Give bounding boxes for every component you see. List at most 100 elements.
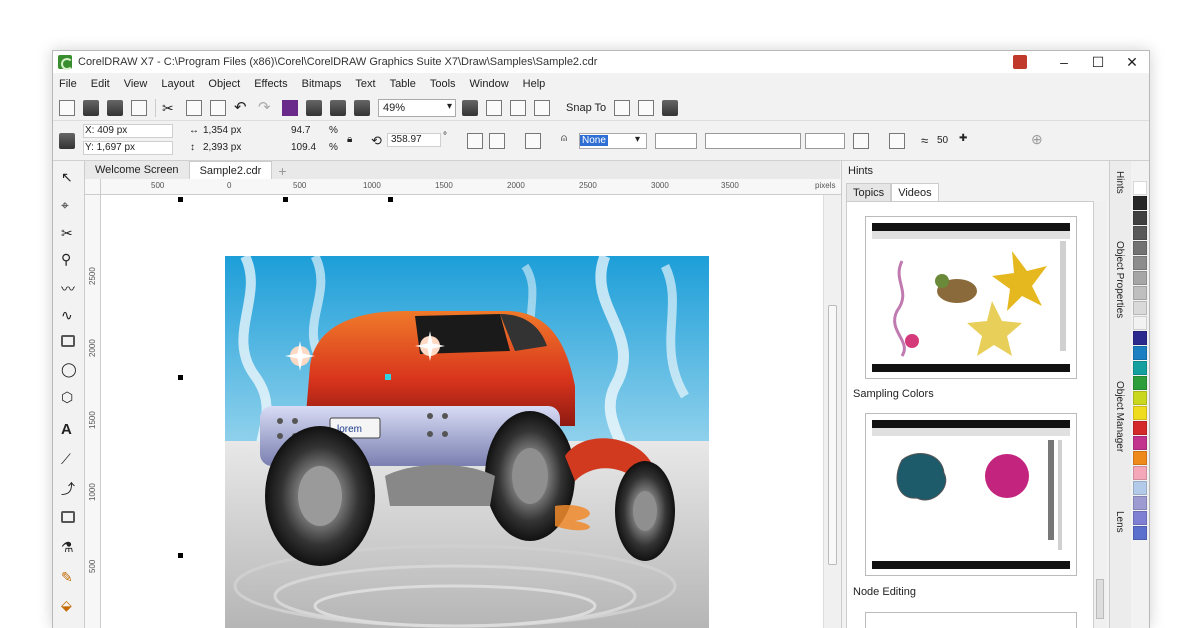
menu-effects[interactable]: Effects	[254, 78, 287, 90]
mirror-horizontal-icon[interactable]	[467, 133, 483, 149]
selection-handle[interactable]	[283, 197, 288, 202]
color-swatch[interactable]	[1133, 241, 1147, 255]
selection-handle[interactable]	[178, 553, 183, 558]
snap-to-dropdown[interactable]: Snap To	[566, 102, 606, 114]
import-icon[interactable]	[306, 99, 322, 116]
zoom-tool-icon[interactable]: ⚲	[61, 251, 77, 267]
color-swatch[interactable]	[1133, 391, 1147, 405]
text-wrap-icon[interactable]	[853, 133, 869, 149]
color-swatch[interactable]	[1133, 181, 1147, 195]
vertical-ruler[interactable]: 2500 2000 1500 1000 500	[85, 195, 101, 628]
menu-tools[interactable]: Tools	[430, 78, 456, 90]
video-thumbnail[interactable]	[865, 216, 1077, 379]
smoothing-stepper-icon[interactable]: ✚	[959, 133, 967, 144]
zoom-level-dropdown[interactable]: 49%	[378, 98, 456, 117]
text-tool-icon[interactable]: A	[61, 421, 77, 438]
show-grid-icon[interactable]	[510, 99, 526, 116]
hints-scrollbar-thumb[interactable]	[1096, 579, 1104, 619]
docker-tab-lens[interactable]: Lens	[1114, 511, 1125, 533]
color-swatch[interactable]	[1133, 361, 1147, 375]
selection-handle[interactable]	[388, 197, 393, 202]
canvas-vertical-scrollbar[interactable]	[823, 195, 840, 628]
ellipse-tool-icon[interactable]: ◯	[61, 361, 77, 377]
print-icon[interactable]	[131, 99, 147, 116]
eyedropper-tool-icon[interactable]: ✎	[61, 569, 77, 585]
menu-view[interactable]: View	[124, 78, 148, 90]
crop-tool-icon[interactable]: ✂	[61, 225, 77, 241]
width-field[interactable]: 1,354 px	[203, 125, 241, 136]
color-swatch[interactable]	[1133, 406, 1147, 420]
tab-sample2[interactable]: Sample2.cdr	[188, 161, 273, 179]
copy-icon[interactable]	[186, 99, 202, 116]
color-swatch[interactable]	[1133, 346, 1147, 360]
save-icon[interactable]	[107, 99, 123, 116]
user-account-icon[interactable]	[1013, 55, 1027, 69]
color-swatch[interactable]	[1133, 271, 1147, 285]
maximize-button[interactable]: ☐	[1081, 54, 1115, 71]
video-caption[interactable]: Node Editing	[853, 586, 916, 598]
menu-bitmaps[interactable]: Bitmaps	[302, 78, 342, 90]
full-screen-preview-icon[interactable]	[462, 99, 478, 116]
polygon-tool-icon[interactable]: ⬡	[61, 389, 77, 405]
export-icon[interactable]	[330, 99, 346, 116]
publish-pdf-icon[interactable]	[354, 99, 370, 116]
scale-x-field[interactable]: 94.7	[291, 125, 310, 136]
lock-ratio-icon[interactable]: 🔒︎	[347, 134, 352, 145]
transparency-tool-icon[interactable]: ⚗	[61, 539, 77, 555]
docker-tab-hints[interactable]: Hints	[1114, 171, 1125, 194]
color-swatch[interactable]	[1133, 496, 1147, 510]
close-button[interactable]: ✕	[1115, 54, 1149, 71]
color-swatch[interactable]	[1133, 511, 1147, 525]
color-swatch[interactable]	[1133, 331, 1147, 345]
mirror-vertical-icon[interactable]	[489, 133, 505, 149]
menu-layout[interactable]: Layout	[161, 78, 194, 90]
hints-scrollbar[interactable]	[1094, 201, 1106, 628]
show-rulers-icon[interactable]	[486, 99, 502, 116]
shape-tool-icon[interactable]: ⌖	[61, 197, 77, 213]
paste-icon[interactable]	[210, 99, 226, 116]
menu-help[interactable]: Help	[523, 78, 546, 90]
add-document-icon[interactable]: +	[272, 163, 292, 179]
arrange-icon[interactable]	[525, 133, 541, 149]
redo-icon[interactable]: ↷	[258, 99, 274, 116]
tab-welcome-screen[interactable]: Welcome Screen	[85, 161, 189, 179]
video-thumbnail[interactable]	[865, 612, 1077, 628]
docker-tab-object-manager[interactable]: Object Manager	[1114, 381, 1125, 452]
smoothing-field[interactable]: 50	[937, 135, 948, 146]
interactive-fill-tool-icon[interactable]: ⬙	[61, 597, 77, 613]
color-swatch[interactable]	[1133, 421, 1147, 435]
color-swatch[interactable]	[1133, 286, 1147, 300]
open-icon[interactable]	[83, 99, 99, 116]
pick-tool-icon[interactable]: ↖	[61, 169, 77, 185]
color-swatch[interactable]	[1133, 526, 1147, 540]
search-content-icon[interactable]	[282, 99, 298, 116]
new-document-icon[interactable]	[59, 99, 75, 116]
horizontal-ruler[interactable]: 500 0 500 1000 1500 2000 2500 3000 3500 …	[101, 179, 841, 195]
menu-text[interactable]: Text	[355, 78, 375, 90]
undo-icon[interactable]: ↶	[234, 99, 250, 116]
color-swatch[interactable]	[1133, 466, 1147, 480]
convert-to-curves-icon[interactable]	[889, 133, 905, 149]
color-swatch[interactable]	[1133, 451, 1147, 465]
welcome-screen-icon[interactable]	[614, 99, 631, 116]
line-style-dropdown[interactable]	[705, 133, 801, 149]
minimize-button[interactable]: –	[1047, 54, 1081, 70]
parallel-dimension-tool-icon[interactable]: ⟋	[61, 451, 77, 467]
end-arrowhead-dropdown[interactable]	[805, 133, 845, 149]
drop-shadow-tool-icon[interactable]	[61, 511, 77, 527]
color-swatch[interactable]	[1133, 301, 1147, 315]
rotation-field[interactable]: 358.97	[391, 134, 422, 145]
video-thumbnail[interactable]	[865, 413, 1077, 576]
cut-icon[interactable]: ✂	[162, 100, 178, 116]
options-icon[interactable]	[638, 99, 655, 116]
color-swatch[interactable]	[1133, 376, 1147, 390]
x-position-field[interactable]: X: 409 px	[85, 125, 127, 136]
scrollbar-thumb[interactable]	[828, 305, 837, 565]
quick-customize-icon[interactable]: ⊕	[1031, 131, 1043, 148]
color-swatch[interactable]	[1133, 316, 1147, 330]
menu-file[interactable]: File	[59, 78, 77, 90]
menu-object[interactable]: Object	[208, 78, 240, 90]
color-swatch[interactable]	[1133, 256, 1147, 270]
show-guidelines-icon[interactable]	[534, 99, 550, 116]
y-position-field[interactable]: Y: 1,697 px	[85, 142, 135, 153]
